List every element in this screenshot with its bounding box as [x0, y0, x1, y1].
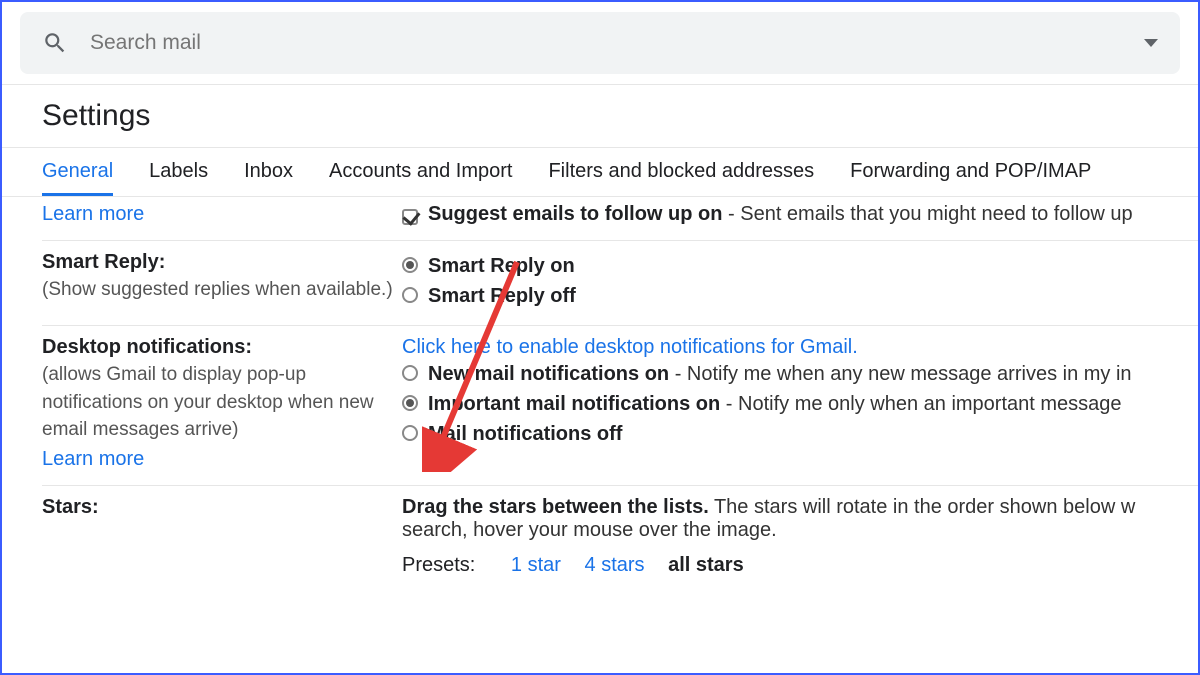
stars-title: Stars: [42, 496, 402, 519]
suggest-option-label: Suggest emails to follow up on [428, 203, 722, 225]
preset-all-stars[interactable]: all stars [668, 554, 744, 576]
desktop-notif-learn-more[interactable]: Learn more [42, 448, 402, 471]
important-mail-notif-radio[interactable] [402, 395, 418, 411]
tab-forwarding[interactable]: Forwarding and POP/IMAP [850, 160, 1091, 196]
tab-general[interactable]: General [42, 160, 113, 196]
suggest-option-desc: - Sent emails that you might need to fol… [722, 203, 1132, 225]
new-mail-notif-label: New mail notifications on [428, 363, 669, 385]
suggest-checkbox[interactable] [402, 209, 418, 225]
stars-lead: Drag the stars between the lists. [402, 496, 709, 518]
smart-reply-title: Smart Reply: [42, 251, 402, 274]
important-mail-notif-label: Important mail notifications on [428, 393, 720, 415]
stars-rest: The stars will rotate in the order shown… [709, 496, 1136, 518]
desktop-notif-title: Desktop notifications: [42, 336, 402, 359]
smart-reply-on-radio[interactable] [402, 257, 418, 273]
presets-label: Presets: [402, 554, 475, 576]
page-title: Settings [2, 85, 1198, 147]
important-mail-notif-desc: - Notify me only when an important messa… [720, 393, 1121, 415]
smart-reply-off-label: Smart Reply off [428, 281, 576, 311]
search-bar[interactable]: Search mail [20, 12, 1180, 74]
smart-reply-on-label: Smart Reply on [428, 251, 575, 281]
new-mail-notif-desc: - Notify me when any new message arrives… [669, 363, 1131, 385]
tab-inbox[interactable]: Inbox [244, 160, 293, 196]
enable-desktop-notif-link[interactable]: Click here to enable desktop notificatio… [402, 336, 1198, 359]
chevron-down-icon[interactable] [1144, 39, 1158, 47]
search-placeholder: Search mail [90, 31, 1144, 55]
tab-filters[interactable]: Filters and blocked addresses [548, 160, 814, 196]
mail-notif-off-label: Mail notifications off [428, 419, 622, 449]
smart-reply-desc: (Show suggested replies when available.) [42, 276, 402, 304]
tabs: General Labels Inbox Accounts and Import… [2, 148, 1198, 197]
stars-section: Stars: Drag the stars between the lists.… [42, 486, 1198, 591]
smart-reply-off-radio[interactable] [402, 287, 418, 303]
preset-1-star[interactable]: 1 star [511, 554, 561, 576]
smart-reply-section: Smart Reply: (Show suggested replies whe… [42, 241, 1198, 326]
stars-line2: search, hover your mouse over the image. [402, 519, 1198, 542]
desktop-notif-section: Desktop notifications: (allows Gmail to … [42, 326, 1198, 486]
mail-notif-off-radio[interactable] [402, 425, 418, 441]
search-icon [42, 30, 68, 56]
preset-4-stars[interactable]: 4 stars [585, 554, 645, 576]
suggest-section: Learn more Suggest emails to follow up o… [42, 197, 1198, 241]
tab-accounts[interactable]: Accounts and Import [329, 160, 512, 196]
learn-more-link[interactable]: Learn more [42, 203, 402, 226]
new-mail-notif-radio[interactable] [402, 365, 418, 381]
desktop-notif-desc: (allows Gmail to display pop-up notifica… [42, 361, 402, 444]
tab-labels[interactable]: Labels [149, 160, 208, 196]
